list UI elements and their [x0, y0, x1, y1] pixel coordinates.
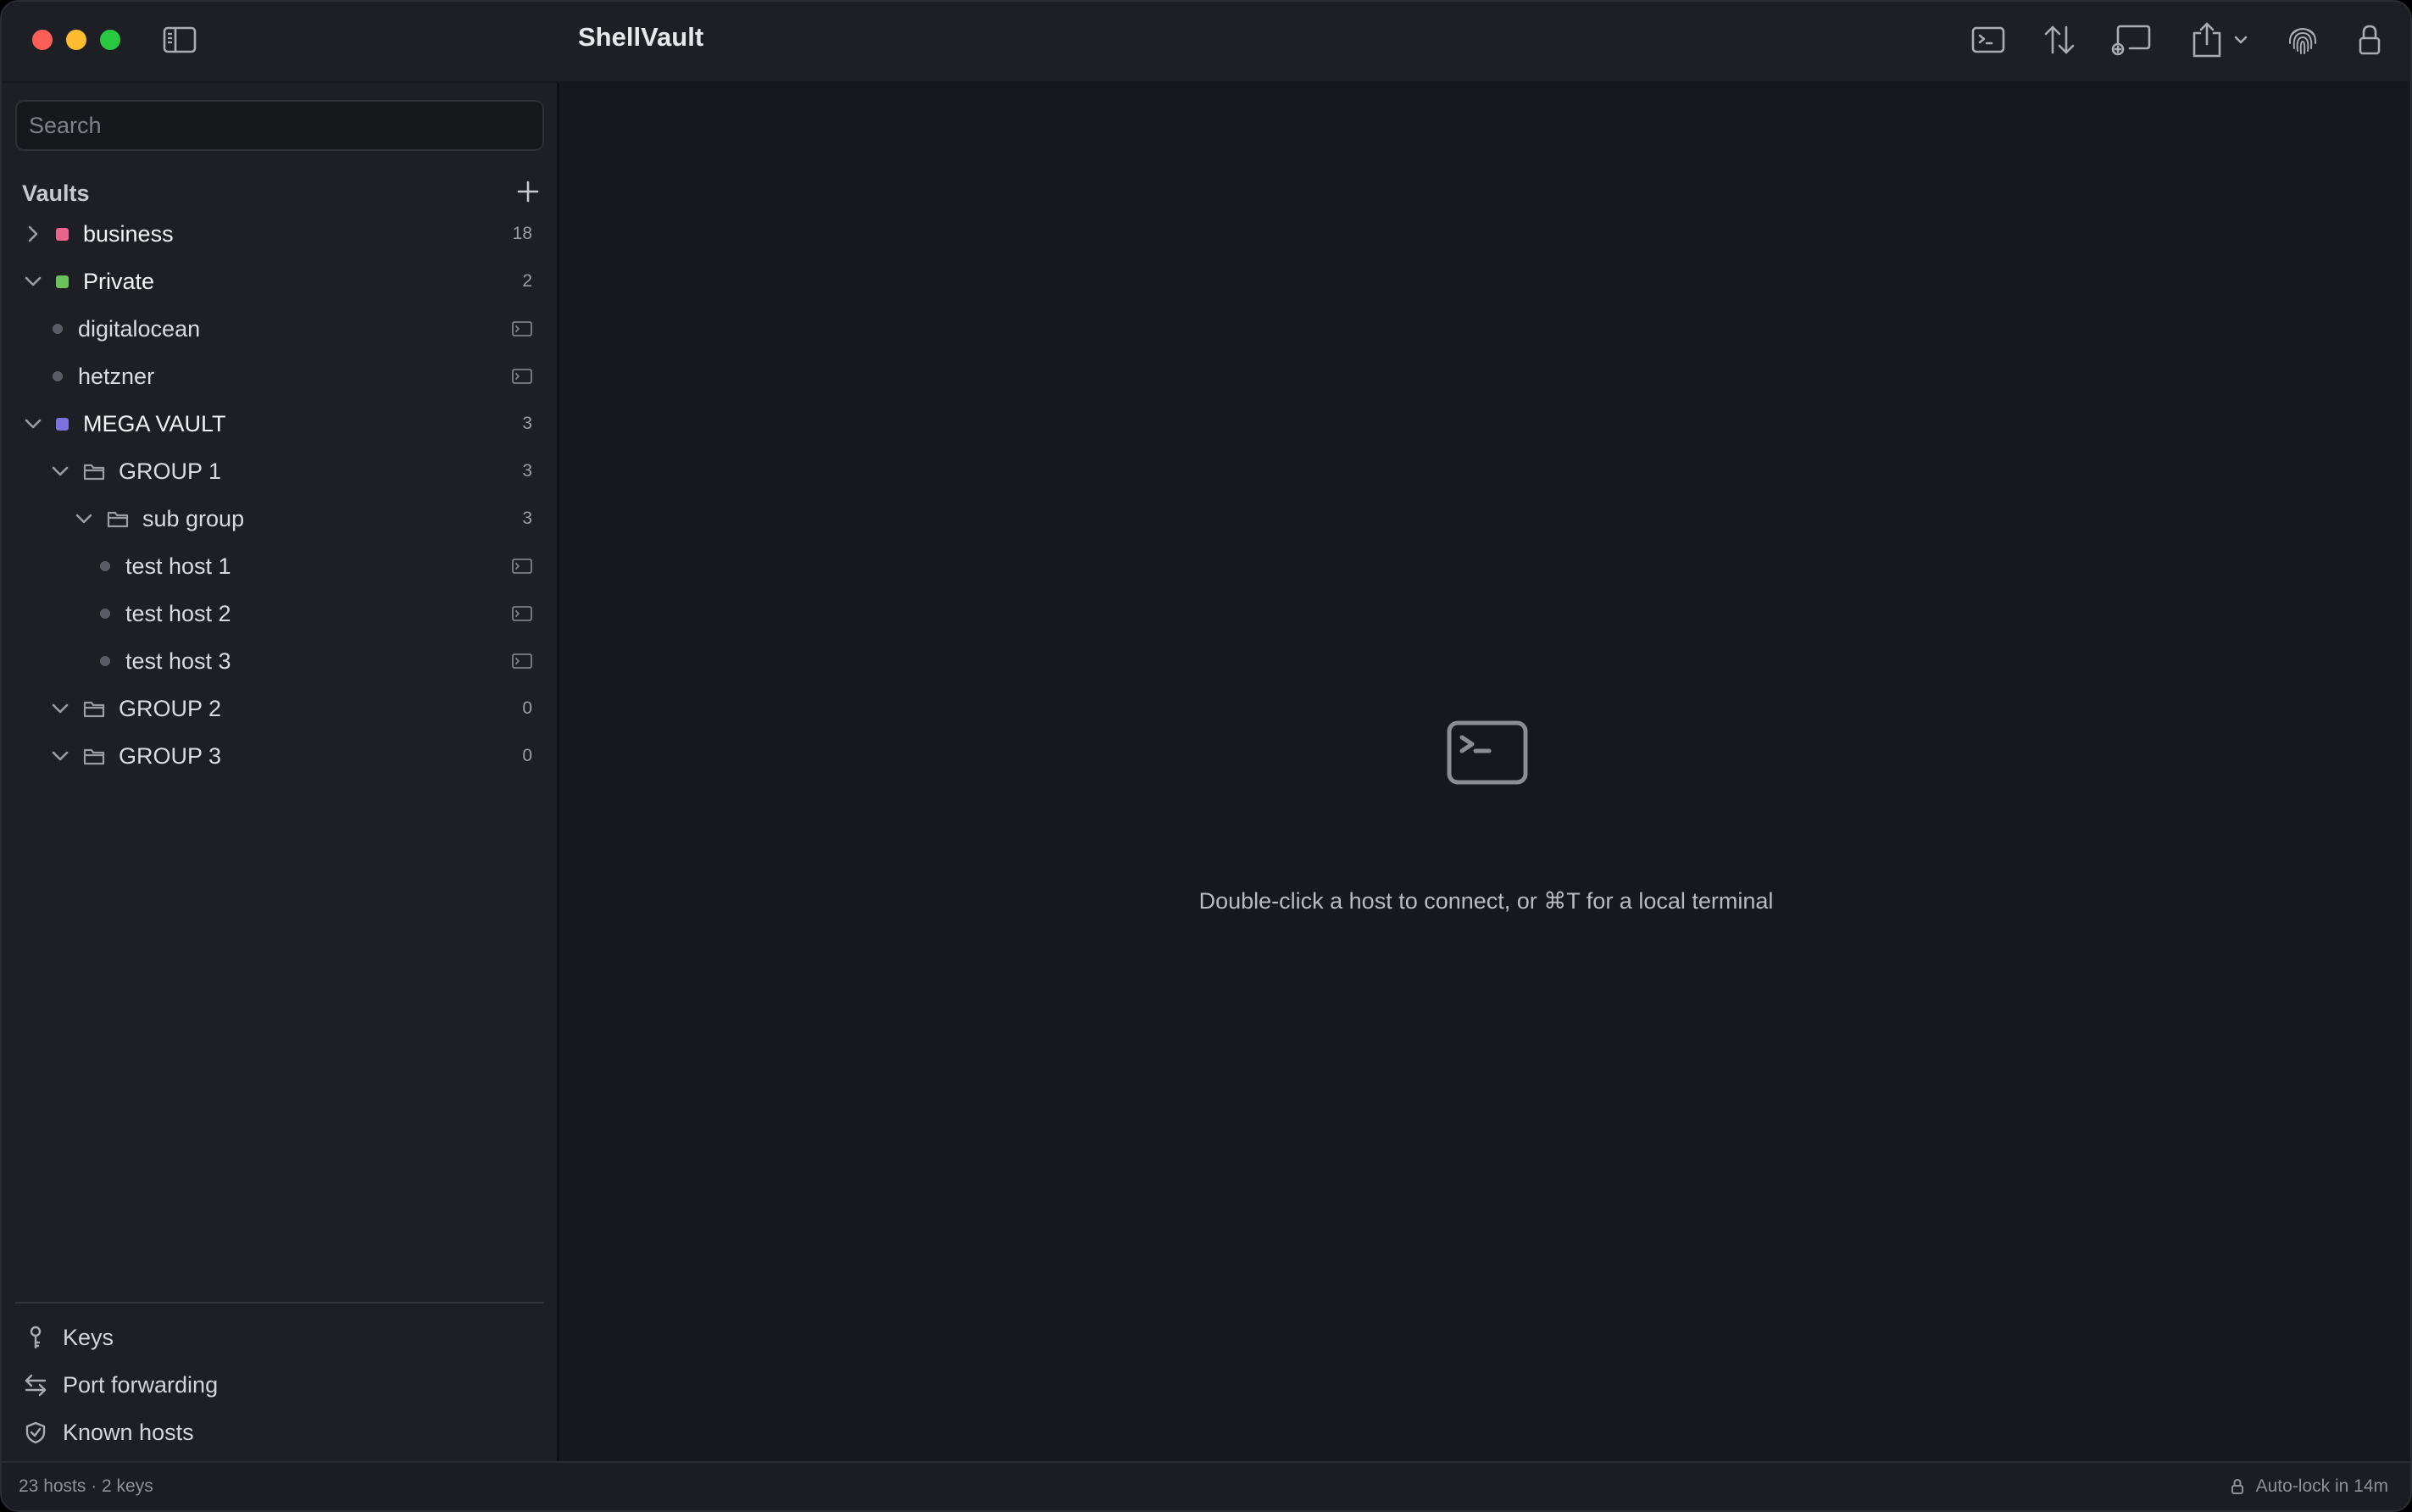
close-window-button[interactable]	[32, 30, 53, 50]
item-count: 3	[522, 509, 532, 528]
host-label: digitalocean	[78, 315, 201, 342]
folder-icon	[107, 509, 129, 528]
folder-icon	[83, 699, 105, 718]
transfer-button[interactable]	[2041, 20, 2078, 59]
host-status-dot	[100, 609, 110, 619]
terminal-icon	[1971, 26, 2005, 53]
subgroup-label: sub group	[142, 505, 245, 531]
host-status-dot	[53, 324, 63, 334]
chevron-down-icon[interactable]	[24, 272, 42, 291]
minimize-window-button[interactable]	[66, 30, 86, 50]
key-icon	[24, 1326, 47, 1349]
host-item[interactable]: test host 1	[2, 542, 559, 590]
group-label: GROUP 2	[119, 695, 222, 721]
host-status-dot	[100, 561, 110, 571]
chevron-down-icon	[2234, 36, 2248, 44]
vault-label: MEGA VAULT	[83, 410, 226, 436]
host-item[interactable]: hetzner	[2, 353, 559, 400]
host-item[interactable]: digitalocean	[2, 305, 559, 353]
lock-button[interactable]	[2353, 20, 2387, 59]
maximize-window-button[interactable]	[100, 30, 120, 50]
add-host-icon	[2111, 25, 2151, 56]
fingerprint-icon	[2288, 28, 2317, 54]
host-status-dot	[53, 371, 63, 381]
item-count: 3	[522, 414, 532, 433]
vault-color-dot	[56, 417, 69, 431]
up-down-arrows-icon	[2044, 25, 2075, 54]
vault-business[interactable]: business 18	[2, 210, 559, 258]
share-icon	[2192, 22, 2221, 58]
main-area: Double-click a host to connect, or ⌘T fo…	[562, 83, 2410, 1461]
biometric-button[interactable]	[2283, 20, 2322, 59]
lock-icon	[2231, 1478, 2243, 1494]
item-count: 2	[522, 271, 532, 291]
item-count: 0	[522, 698, 532, 718]
nav-keys-label: Keys	[63, 1324, 114, 1350]
vault-private[interactable]: Private 2	[2, 258, 559, 305]
item-count: 0	[522, 746, 532, 765]
plus-icon	[517, 181, 539, 202]
host-label: test host 1	[125, 553, 231, 579]
search-input[interactable]	[15, 100, 544, 151]
status-bar: 23 hosts · 2 keys Auto-lock in 14m	[2, 1461, 2410, 1510]
sidebar-divider	[15, 1302, 544, 1304]
chevron-down-icon[interactable]	[75, 509, 93, 528]
host-status-dot	[100, 656, 110, 666]
host-label: test host 3	[125, 648, 231, 674]
title-bar: ShellVault	[2, 2, 2410, 83]
nav-keys[interactable]: Keys	[2, 1315, 559, 1359]
folder-icon	[83, 462, 105, 481]
shield-check-icon	[24, 1420, 47, 1444]
vault-mega-vault[interactable]: MEGA VAULT 3	[2, 400, 559, 447]
subgroup-item[interactable]: sub group 3	[2, 495, 559, 542]
vault-label: business	[83, 220, 174, 247]
arrows-swap-icon	[24, 1373, 47, 1397]
new-terminal-button[interactable]	[1970, 20, 2007, 59]
chevron-right-icon[interactable]	[24, 225, 42, 243]
nav-port-forwarding-label: Port forwarding	[63, 1371, 219, 1398]
auto-lock-status: Auto-lock in 14m	[2231, 1476, 2388, 1497]
group-item[interactable]: GROUP 3 0	[2, 732, 559, 780]
terminal-icon	[512, 653, 532, 670]
app-title: ShellVault	[578, 22, 704, 52]
terminal-icon	[512, 368, 532, 385]
group-item[interactable]: GROUP 2 0	[2, 685, 559, 732]
status-summary: 23 hosts · 2 keys	[19, 1476, 153, 1496]
host-label: hetzner	[78, 363, 155, 389]
group-label: GROUP 3	[119, 742, 222, 769]
chevron-down-icon[interactable]	[51, 699, 69, 718]
host-item[interactable]: test host 2	[2, 590, 559, 637]
folder-icon	[83, 747, 105, 765]
vault-color-dot	[56, 227, 69, 241]
group-item[interactable]: GROUP 1 3	[2, 447, 559, 495]
lock-icon	[2359, 25, 2381, 55]
terminal-icon	[512, 605, 532, 622]
host-label: test host 2	[125, 600, 231, 626]
chevron-down-icon[interactable]	[51, 462, 69, 481]
terminal-icon	[512, 320, 532, 337]
nav-port-forwarding[interactable]: Port forwarding	[2, 1363, 559, 1407]
item-count: 18	[512, 224, 532, 243]
terminal-icon	[512, 558, 532, 575]
sidebar-toggle-icon[interactable]	[163, 25, 197, 54]
nav-known-hosts[interactable]: Known hosts	[2, 1410, 559, 1454]
chevron-down-icon[interactable]	[24, 414, 42, 433]
add-host-button[interactable]	[2109, 20, 2153, 59]
group-label: GROUP 1	[119, 458, 222, 484]
share-menu-button[interactable]	[2187, 20, 2251, 59]
auto-lock-text: Auto-lock in 14m	[2255, 1476, 2388, 1496]
item-count: 3	[522, 461, 532, 481]
terminal-icon	[1447, 720, 1528, 785]
vaults-header: Vaults	[22, 173, 539, 214]
add-vault-button[interactable]	[517, 181, 539, 207]
vault-label: Private	[83, 268, 155, 294]
vault-color-dot	[56, 275, 69, 288]
host-item[interactable]: test host 3	[2, 637, 559, 685]
empty-state-text: Double-click a host to connect, or ⌘T fo…	[1198, 888, 1774, 914]
vaults-title: Vaults	[22, 180, 90, 206]
app-window: ShellVault Vaults	[0, 0, 2412, 1512]
nav-known-hosts-label: Known hosts	[63, 1419, 194, 1445]
sidebar: Vaults business 18 Private 2 digitalocea…	[2, 83, 559, 1461]
chevron-down-icon[interactable]	[51, 747, 69, 765]
